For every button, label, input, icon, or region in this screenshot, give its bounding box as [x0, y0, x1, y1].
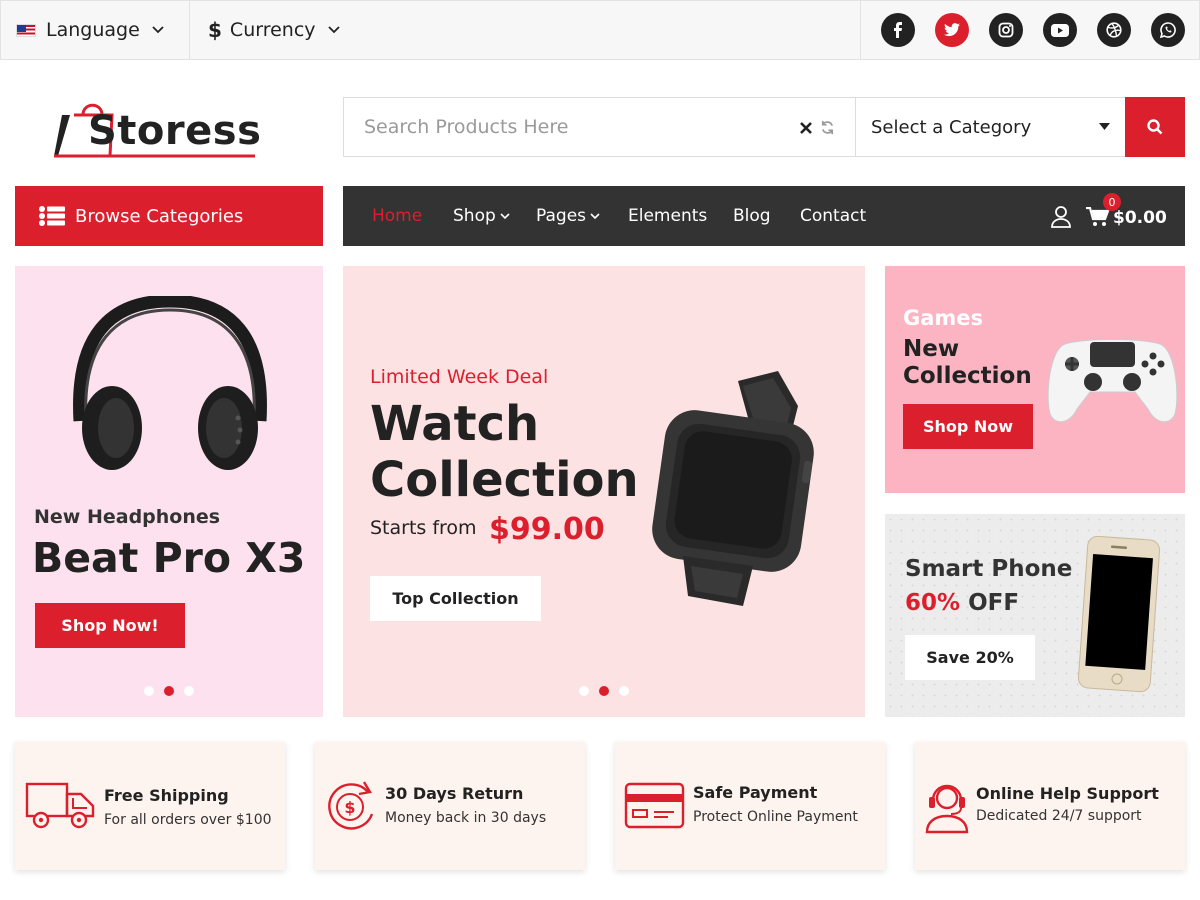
feature-title: 30 Days Return [385, 784, 524, 803]
dribbble-icon[interactable] [1097, 13, 1131, 47]
whatsapp-icon[interactable] [1151, 13, 1185, 47]
headphones-title: Beat Pro X3 [32, 534, 306, 582]
clear-icon[interactable] [800, 122, 812, 134]
language-selector[interactable]: Language [16, 1, 164, 59]
search-input[interactable] [344, 98, 856, 156]
phone-discount-suffix: OFF [960, 590, 1020, 616]
slider-dot[interactable] [579, 686, 589, 696]
feature-title: Free Shipping [104, 786, 229, 805]
chevron-down-icon [590, 212, 600, 219]
phone-discount-line: 60% OFF [905, 590, 1019, 616]
top-bar: Language $ Currency [0, 0, 1200, 60]
feature-subtitle: Money back in 30 days [385, 810, 547, 826]
chevron-down-icon [500, 212, 510, 219]
feature-subtitle: Dedicated 24/7 support [976, 808, 1142, 824]
phone-title: Smart Phone [905, 556, 1073, 582]
nav-item-label: Shop [453, 206, 496, 226]
language-label: Language [46, 19, 140, 41]
dollar-icon: $ [208, 18, 222, 42]
cart-icon[interactable] [1086, 207, 1110, 227]
feature-card-support: Online Help Support Dedicated 24/7 suppo… [915, 742, 1185, 870]
watch-title-line2: Collection [370, 452, 639, 508]
games-title-line1: New [903, 336, 960, 362]
watch-title-line1: Watch [370, 396, 540, 452]
watch-starts-from: Starts from [370, 517, 477, 539]
nav-item-elements[interactable]: Elements [628, 186, 707, 246]
instagram-icon[interactable] [989, 13, 1023, 47]
truck-icon [25, 782, 95, 829]
search-bar: Select a Category [343, 97, 1185, 157]
feature-title: Online Help Support [976, 784, 1159, 803]
cart-total[interactable]: $0.00 [1113, 208, 1167, 228]
youtube-icon[interactable] [1043, 13, 1077, 47]
category-select[interactable]: Select a Category [857, 98, 1125, 156]
facebook-icon[interactable] [881, 13, 915, 47]
watch-price: $99.00 [489, 512, 605, 547]
user-icon[interactable] [1051, 206, 1071, 228]
slider-dot[interactable] [184, 686, 194, 696]
games-banner[interactable]: Games New Collection Shop Now [885, 266, 1185, 493]
save-20-button[interactable]: Save 20% [905, 635, 1035, 680]
game-controller-image [1047, 339, 1178, 423]
chevron-down-icon [152, 26, 164, 34]
list-icon [39, 206, 65, 226]
refresh-icon[interactable] [820, 120, 835, 135]
headset-support-icon [925, 784, 969, 834]
phone-discount: 60% [905, 590, 961, 616]
nav-item-contact[interactable]: Contact [800, 186, 866, 246]
feature-card-safe-payment: Safe Payment Protect Online Payment [615, 742, 885, 870]
headphones-image [73, 296, 267, 470]
games-title-line2: Collection [903, 363, 1032, 389]
shop-now-button[interactable]: Shop Now! [35, 603, 185, 648]
browse-categories-button[interactable]: Browse Categories [15, 186, 323, 246]
nav-item-home[interactable]: Home [372, 186, 422, 246]
search-button[interactable] [1125, 97, 1185, 157]
twitter-icon[interactable] [935, 13, 969, 47]
store-logo[interactable]: Storess [50, 92, 262, 162]
currency-selector[interactable]: $ Currency [208, 1, 340, 59]
category-select-label: Select a Category [871, 116, 1032, 138]
divider [189, 1, 190, 59]
browse-categories-label: Browse Categories [75, 205, 244, 227]
top-collection-button[interactable]: Top Collection [370, 576, 541, 621]
nav-item-label: Pages [536, 206, 587, 226]
slider-dot-active[interactable] [599, 686, 609, 696]
slider-dot[interactable] [144, 686, 154, 696]
search-icon [1147, 119, 1163, 135]
main-nav: Home Shop Pages Elements Blog Contact $0… [343, 186, 1185, 246]
smartphone-image [1077, 536, 1161, 693]
feature-title: Safe Payment [693, 783, 818, 802]
feature-subtitle: Protect Online Payment [693, 809, 858, 825]
smartphone-banner[interactable]: Smart Phone 60% OFF Save 20% [885, 514, 1185, 717]
watch-kicker: Limited Week Deal [370, 366, 549, 388]
watch-image [652, 371, 814, 606]
feature-card-free-shipping: Free Shipping For all orders over $100 [15, 742, 285, 870]
divider [860, 1, 861, 59]
games-shop-now-button[interactable]: Shop Now [903, 404, 1033, 449]
headphones-subtitle: New Headphones [34, 506, 221, 528]
us-flag-icon [16, 23, 36, 37]
headphones-banner[interactable]: New Headphones Beat Pro X3 Shop Now! [15, 266, 323, 717]
games-kicker: Games [903, 306, 984, 330]
nav-item-blog[interactable]: Blog [733, 186, 771, 246]
feature-card-returns: $ 30 Days Return Money back in 30 days [315, 742, 585, 870]
credit-card-icon [624, 782, 685, 829]
svg-text:$: $ [344, 798, 355, 817]
brand-name: Storess [88, 108, 262, 154]
feature-subtitle: For all orders over $100 [104, 812, 272, 828]
watch-banner[interactable]: Limited Week Deal Watch Collection Start… [343, 266, 865, 717]
slider-dot-active[interactable] [164, 686, 174, 696]
nav-item-shop[interactable]: Shop [453, 186, 510, 246]
caret-down-icon [1099, 123, 1110, 130]
currency-label: Currency [229, 19, 316, 41]
slider-dot[interactable] [619, 686, 629, 696]
chevron-down-icon [327, 26, 340, 34]
money-return-icon: $ [328, 781, 374, 830]
cart-count-badge: 0 [1103, 193, 1121, 211]
nav-item-pages[interactable]: Pages [536, 186, 600, 246]
